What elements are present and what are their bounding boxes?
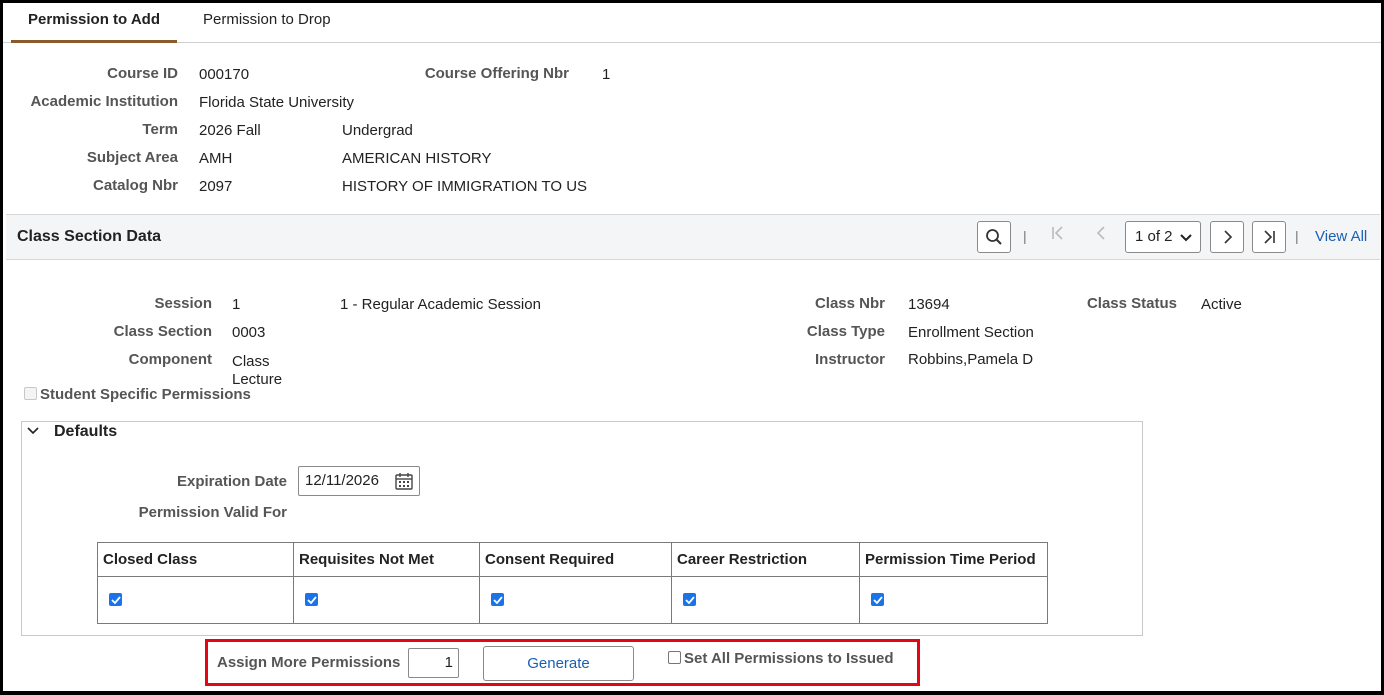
time-period-checkbox[interactable] (871, 593, 884, 606)
cell-consent (479, 576, 672, 624)
first-page-button[interactable] (1050, 225, 1066, 246)
section-title: Class Section Data (17, 228, 162, 245)
expiration-date-value: 12/11/2026 (305, 472, 379, 489)
previous-page-button[interactable] (1094, 225, 1110, 246)
permission-valid-for-label: Permission Valid For (138, 504, 287, 521)
session-value: 1 (232, 296, 241, 313)
closed-class-checkbox[interactable] (109, 593, 122, 606)
col-career-restriction: Career Restriction (671, 542, 860, 577)
course-id-value: 000170 (199, 66, 250, 83)
term-value: 2026 Fall (199, 122, 261, 139)
catalog-value: 2097 (199, 178, 233, 195)
instructor-label: Instructor (814, 351, 885, 368)
tab-bar: Permission to Add Permission to Drop (3, 3, 1381, 43)
class-nbr-value: 13694 (908, 296, 950, 313)
check-icon (492, 595, 503, 604)
cell-closed-class (97, 576, 294, 624)
last-page-icon (1264, 230, 1275, 244)
term-label: Term (142, 121, 178, 138)
table-row (97, 576, 1048, 624)
tab-permission-to-drop[interactable]: Permission to Drop (203, 3, 331, 43)
session-description: 1 - Regular Academic Session (340, 296, 541, 313)
class-section-header: Class Section Data | 1 of 2 | View All (6, 214, 1380, 260)
career-restriction-checkbox[interactable] (683, 593, 696, 606)
page-selector[interactable]: 1 of 2 (1125, 221, 1201, 253)
col-closed-class: Closed Class (97, 542, 294, 577)
course-id-label: Course ID (107, 65, 178, 82)
check-icon (306, 595, 317, 604)
search-icon (986, 229, 1002, 245)
view-all-link[interactable]: View All (1315, 228, 1367, 245)
class-status-value: Active (1201, 296, 1242, 313)
student-specific-label: Student Specific Permissions (40, 386, 251, 403)
table-header-row: Closed Class Requisites Not Met Consent … (97, 542, 1048, 577)
last-page-button[interactable] (1252, 221, 1286, 253)
col-consent-required: Consent Required (479, 542, 672, 577)
nav-separator: | (1023, 228, 1027, 244)
expiration-date-label: Expiration Date (176, 473, 287, 490)
generate-button[interactable]: Generate (483, 646, 634, 681)
class-type-value: Enrollment Section (908, 324, 1034, 341)
expiration-date-input[interactable]: 12/11/2026 (298, 466, 420, 496)
instructor-value: Robbins,Pamela D (908, 351, 1034, 368)
previous-icon (1096, 226, 1105, 240)
requisites-checkbox[interactable] (305, 593, 318, 606)
consent-checkbox[interactable] (491, 593, 504, 606)
nav-separator-2: | (1295, 228, 1299, 244)
subject-description: AMERICAN HISTORY (342, 150, 492, 167)
collapse-chevron-icon[interactable] (26, 426, 40, 436)
class-status-label: Class Status (1086, 295, 1177, 312)
col-requisites-not-met: Requisites Not Met (293, 542, 480, 577)
check-icon (872, 595, 883, 604)
search-button[interactable] (977, 221, 1011, 253)
check-icon (110, 595, 121, 604)
subject-value: AMH (199, 150, 233, 167)
set-all-issued-label: Set All Permissions to Issued (684, 650, 894, 667)
next-icon (1224, 230, 1233, 244)
component-value-line1: Class (232, 353, 270, 370)
cell-requisites (293, 576, 480, 624)
first-page-icon (1052, 226, 1063, 240)
page-indicator: 1 of 2 (1135, 228, 1173, 245)
institution-value: Florida State University (199, 94, 355, 111)
permission-valid-table: Closed Class Requisites Not Met Consent … (97, 542, 1048, 624)
component-label: Component (128, 351, 212, 368)
class-type-label: Class Type (806, 323, 885, 340)
catalog-label: Catalog Nbr (92, 177, 178, 194)
class-section-value: 0003 (232, 324, 266, 341)
defaults-title[interactable]: Defaults (54, 423, 117, 441)
class-section-label: Class Section (113, 323, 212, 340)
next-page-button[interactable] (1210, 221, 1244, 253)
course-offering-label: Course Offering Nbr (424, 65, 569, 82)
session-label: Session (154, 295, 212, 312)
set-all-issued-checkbox[interactable] (668, 651, 681, 664)
career-value: Undergrad (342, 122, 413, 139)
chevron-down-icon (1180, 234, 1192, 242)
cell-career (671, 576, 860, 624)
col-permission-time-period: Permission Time Period (859, 542, 1048, 577)
cell-time-period (859, 576, 1048, 624)
calendar-icon[interactable] (394, 471, 414, 491)
check-icon (684, 595, 695, 604)
institution-label: Academic Institution (30, 93, 178, 110)
subject-label: Subject Area (86, 149, 178, 166)
tab-permission-to-add[interactable]: Permission to Add (11, 3, 177, 43)
course-offering-value: 1 (602, 66, 611, 83)
class-nbr-label: Class Nbr (814, 295, 885, 312)
catalog-description: HISTORY OF IMMIGRATION TO US (342, 178, 588, 195)
student-specific-checkbox[interactable] (24, 387, 37, 400)
assign-count-input[interactable]: 1 (408, 648, 459, 678)
assign-more-label: Assign More Permissions (217, 654, 401, 671)
